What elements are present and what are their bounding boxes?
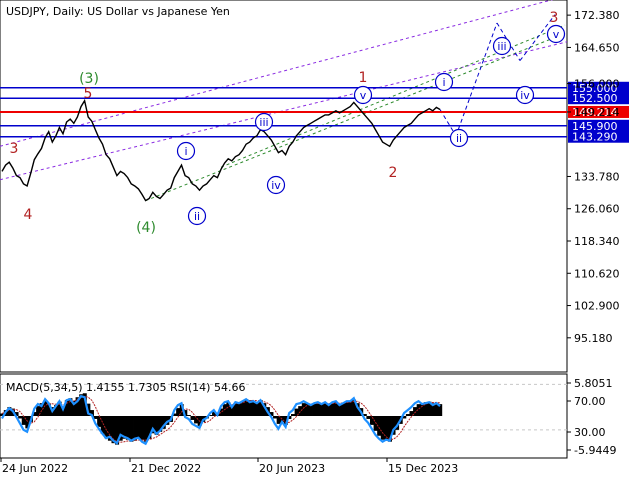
price-tick-label: 164.650 xyxy=(574,41,620,54)
wave-label: 5 xyxy=(84,86,93,102)
price-tick-label: 133.780 xyxy=(574,170,620,183)
wave-label: 1 xyxy=(359,70,368,86)
macd-bar xyxy=(276,416,281,424)
chart-title: USDJPY, Daily: US Dollar vs Japanese Yen xyxy=(6,5,230,18)
macd-bar xyxy=(298,406,303,416)
wave-label: i xyxy=(184,145,187,158)
price-tick-label: 102.900 xyxy=(574,300,620,313)
macd-bar xyxy=(125,416,130,440)
macd-bar xyxy=(18,416,23,419)
indicator-tick-label: 30.00 xyxy=(574,426,606,439)
macd-bar xyxy=(143,416,148,442)
price-tick-label: 110.620 xyxy=(574,267,620,280)
wave-label: 3 xyxy=(10,141,19,157)
price-level-label: 143.290 xyxy=(572,131,618,144)
wave-label: 4 xyxy=(24,207,33,223)
macd-bar xyxy=(190,416,195,420)
date-tick-label: 20 Jun 2023 xyxy=(259,462,325,475)
wave-label: i xyxy=(442,76,445,89)
macd-bar xyxy=(136,416,141,439)
wave-label: (4) xyxy=(136,220,156,236)
wave-label: 2 xyxy=(389,165,398,181)
macd-bar xyxy=(373,416,378,431)
macd-bar xyxy=(140,416,145,440)
wave-label: (3) xyxy=(79,71,99,87)
wave-label: ii xyxy=(456,132,462,145)
macd-bar xyxy=(366,416,371,419)
indicator-tick-label: 70.00 xyxy=(574,395,606,408)
macd-bar xyxy=(348,401,353,416)
indicator-tick-label: 5.8051 xyxy=(574,377,613,390)
wave-label: v xyxy=(553,28,560,41)
macd-bar xyxy=(251,401,256,416)
price-tick-label: 126.060 xyxy=(574,203,620,216)
date-tick-label: 15 Dec 2023 xyxy=(388,462,458,475)
macd-bar xyxy=(312,403,317,416)
wave-label: iv xyxy=(271,179,281,192)
price-tick-label: 172.380 xyxy=(574,9,620,22)
wave-label: iii xyxy=(497,40,506,53)
wave-label: iii xyxy=(259,116,268,129)
price-level-label: 152.500 xyxy=(572,92,618,105)
macd-bar xyxy=(273,416,278,419)
macd-bar xyxy=(405,414,410,416)
price-tick-label: 118.340 xyxy=(574,235,620,248)
wave-label: 3 xyxy=(550,10,559,26)
macd-bar xyxy=(344,401,349,416)
wave-label: iv xyxy=(520,89,530,102)
macd-bar xyxy=(380,416,385,440)
macd-bar xyxy=(186,415,191,416)
macd-bar xyxy=(323,403,328,416)
macd-bar xyxy=(129,416,134,442)
indicator-title: MACD(5,34,5) 1.4155 1.7305 RSI(14) 54.66 xyxy=(6,381,245,394)
macd-bar xyxy=(133,416,138,441)
macd-bar xyxy=(21,416,26,425)
macd-bar xyxy=(330,403,335,416)
wave-label: v xyxy=(360,89,367,102)
macd-bar xyxy=(291,414,295,416)
usdjpy-chart: 155.000152.500149.214145.900143.290 34(3… xyxy=(0,0,640,480)
price-tick-label: 156.000 xyxy=(574,78,620,91)
date-tick-label: 21 Dec 2022 xyxy=(131,462,201,475)
macd-bar xyxy=(319,403,324,416)
price-tick-label: 149.214 xyxy=(574,106,620,119)
indicator-tick-label: -5.9449 xyxy=(574,444,616,457)
wave-label: ii xyxy=(194,210,200,223)
price-tick-label: 95.180 xyxy=(574,332,613,345)
date-tick-label: 24 Jun 2022 xyxy=(2,462,68,475)
macd-bar xyxy=(316,403,321,416)
